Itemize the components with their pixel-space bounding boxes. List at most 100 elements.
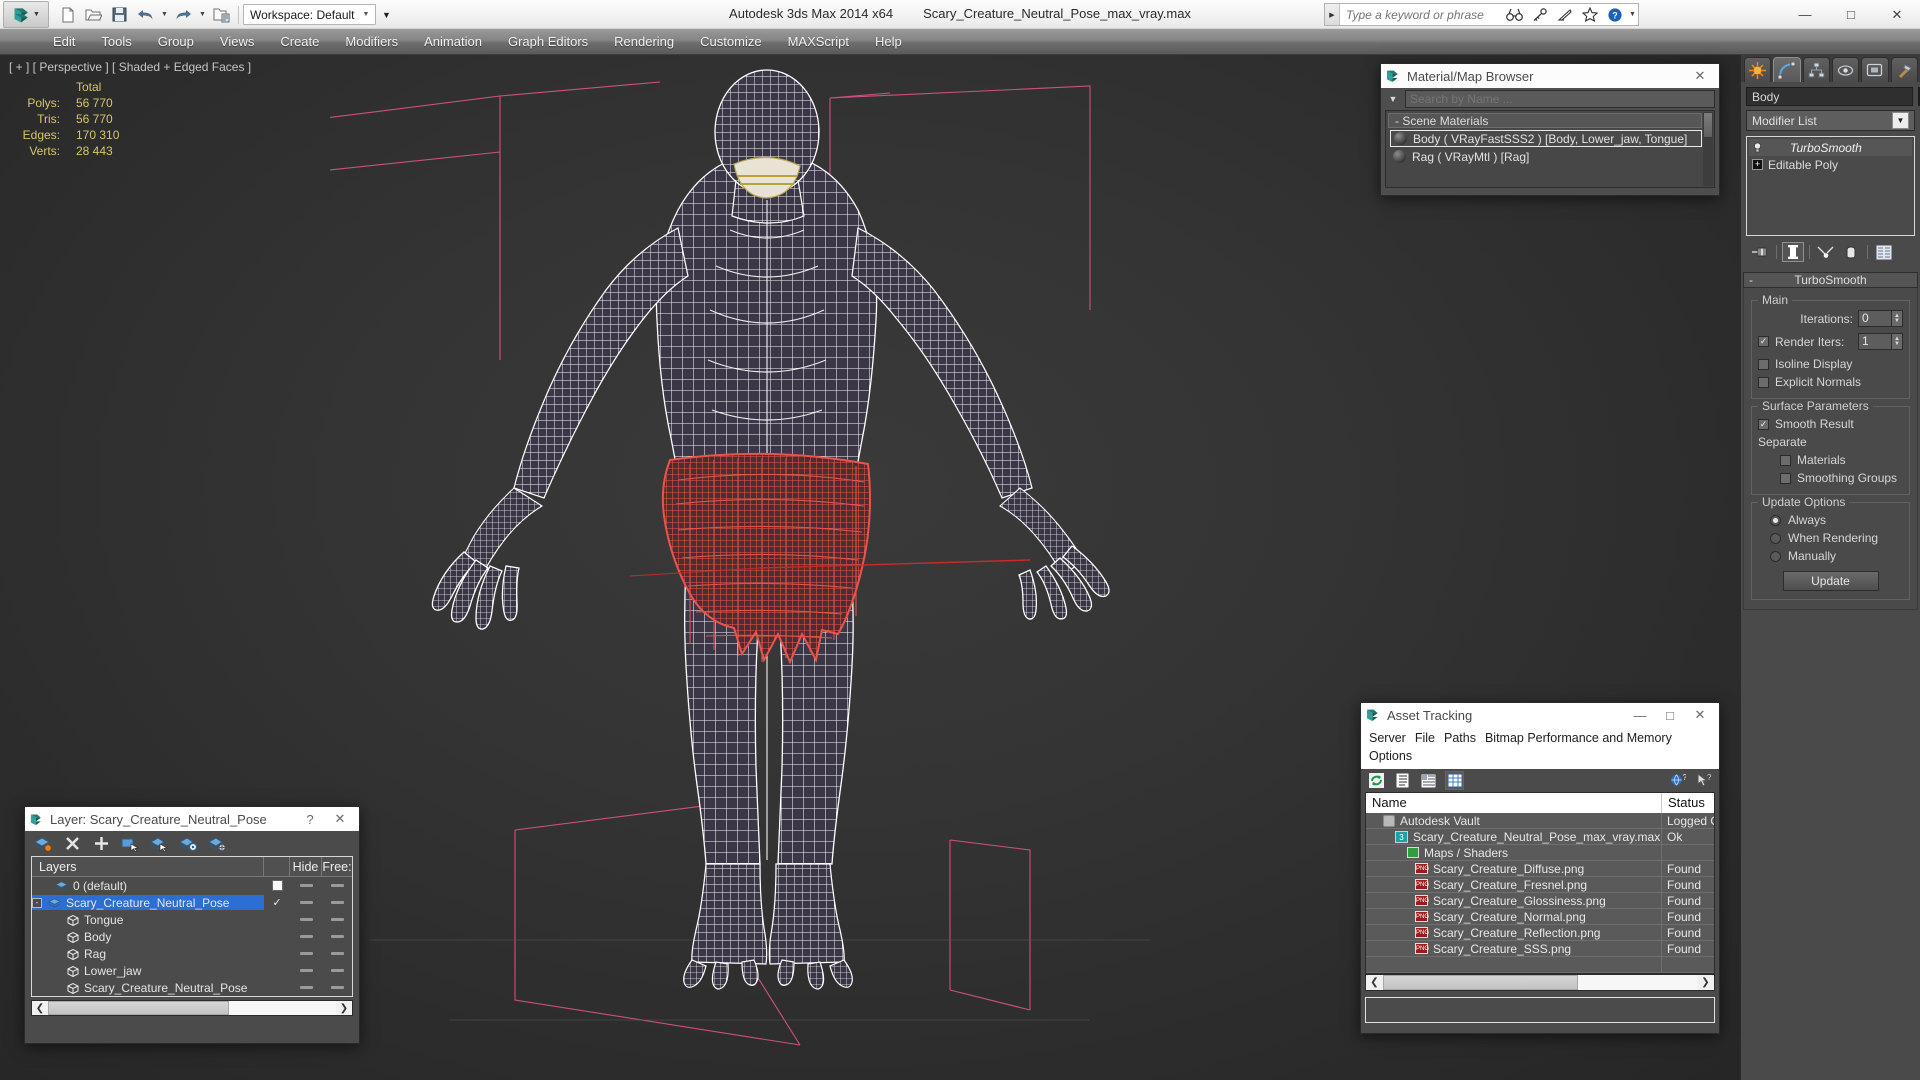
current-layer-checkbox[interactable] bbox=[271, 880, 283, 891]
freeze-toggle[interactable] bbox=[330, 969, 344, 972]
creature-model-wireframe[interactable] bbox=[330, 60, 1190, 1060]
material-item-rag[interactable]: Rag ( VRayMtl ) [Rag] bbox=[1390, 148, 1702, 165]
update-radio-always[interactable]: Always bbox=[1758, 511, 1903, 529]
maximize-button[interactable]: □ bbox=[1828, 0, 1874, 29]
modifier-stack-item-editable-poly[interactable]: + Editable Poly bbox=[1749, 156, 1912, 173]
material-browser-titlebar[interactable]: Material/Map Browser ✕ bbox=[1381, 64, 1719, 88]
asset-row-glossiness[interactable]: PNG Scary_Creature_Glossiness.png Found bbox=[1366, 893, 1714, 909]
material-item-body[interactable]: Body ( VRayFastSSS2 ) [Body, Lower_jaw, … bbox=[1390, 130, 1702, 147]
turbosmooth-rollout-header[interactable]: - TurboSmooth bbox=[1743, 272, 1918, 288]
hide-toggle[interactable] bbox=[299, 969, 313, 972]
select-objects-in-layer-icon[interactable] bbox=[120, 834, 140, 853]
close-icon[interactable]: ✕ bbox=[1685, 64, 1715, 88]
minimize-icon[interactable]: — bbox=[1625, 703, 1655, 727]
separate-smoothing-groups-checkbox[interactable] bbox=[1780, 472, 1791, 484]
asset-grid-horizontal-scrollbar[interactable]: ❮ ❯ bbox=[1365, 974, 1715, 991]
column-header-layers[interactable]: Layers bbox=[32, 857, 264, 876]
separate-materials-row[interactable]: Materials bbox=[1758, 451, 1903, 469]
render-iters-value[interactable]: 1 bbox=[1858, 333, 1892, 350]
satellite-dish-icon[interactable] bbox=[1552, 3, 1577, 26]
asset-tracking-grid[interactable]: Name Status Autodesk Vault Logged O 3 Sc… bbox=[1365, 792, 1715, 974]
spinner-arrows-icon[interactable]: ▲ ▼ bbox=[1892, 333, 1903, 350]
redo-dropdown-caret-icon[interactable]: ▼ bbox=[197, 3, 208, 27]
highlight-selected-objects-layer-icon[interactable] bbox=[149, 834, 169, 853]
asset-row-diffuse[interactable]: PNG Scary_Creature_Diffuse.png Found bbox=[1366, 861, 1714, 877]
modifier-stack-item-turbosmooth[interactable]: TurboSmooth bbox=[1749, 139, 1912, 156]
help-dropdown-caret-icon[interactable]: ▼ bbox=[1627, 3, 1638, 27]
render-iters-spinner[interactable]: 1 ▲ ▼ bbox=[1858, 333, 1903, 350]
menu-item-graph-editors[interactable]: Graph Editors bbox=[495, 29, 601, 55]
hide-unhide-layer-icon[interactable] bbox=[178, 834, 198, 853]
current-layer-checkmark-icon[interactable]: ✓ bbox=[272, 896, 281, 909]
search-input[interactable] bbox=[1340, 4, 1502, 25]
iterations-spinner[interactable]: 0 ▲ ▼ bbox=[1858, 310, 1903, 327]
create-new-layer-icon[interactable] bbox=[33, 834, 53, 853]
undo-dropdown-caret-icon[interactable]: ▼ bbox=[159, 3, 170, 27]
layer-list[interactable]: Layers Hide Free: 0 (default) - Scary_Cr… bbox=[31, 856, 353, 997]
iterations-value[interactable]: 0 bbox=[1858, 310, 1892, 327]
menu-item-group[interactable]: Group bbox=[145, 29, 207, 55]
cursor-help-icon[interactable]: ? bbox=[1694, 771, 1713, 790]
application-menu-button[interactable]: ▼ bbox=[3, 1, 49, 28]
layer-list-horizontal-scrollbar[interactable]: ❮ ❯ bbox=[31, 1000, 353, 1016]
asset-row-vault[interactable]: Autodesk Vault Logged O bbox=[1366, 813, 1714, 829]
utilities-tab[interactable] bbox=[1890, 57, 1918, 82]
freeze-toggle[interactable] bbox=[330, 952, 344, 955]
redo-icon[interactable] bbox=[171, 3, 196, 27]
layer-row-scary-creature[interactable]: - Scary_Creature_Neutral_Pose ✓ bbox=[32, 894, 352, 911]
display-tab[interactable] bbox=[1861, 57, 1889, 82]
at-menu-options[interactable]: Options bbox=[1369, 747, 1715, 765]
scroll-right-icon[interactable]: ❯ bbox=[336, 1001, 352, 1015]
at-menu-server[interactable]: Server bbox=[1369, 729, 1415, 747]
save-file-icon[interactable] bbox=[107, 3, 132, 27]
render-iters-checkbox[interactable]: ✓ bbox=[1758, 336, 1769, 347]
menu-item-edit[interactable]: Edit bbox=[40, 29, 88, 55]
scrollbar-thumb[interactable] bbox=[1383, 975, 1578, 990]
collapse-expander-icon[interactable]: - bbox=[32, 897, 42, 908]
list-view-icon[interactable] bbox=[1393, 771, 1412, 790]
hide-toggle[interactable] bbox=[299, 986, 313, 989]
asset-row-reflection[interactable]: PNG Scary_Creature_Reflection.png Found bbox=[1366, 925, 1714, 941]
separate-materials-checkbox[interactable] bbox=[1780, 454, 1791, 466]
create-tab[interactable] bbox=[1744, 57, 1772, 82]
menu-item-views[interactable]: Views bbox=[207, 29, 267, 55]
set-project-folder-icon[interactable] bbox=[209, 3, 234, 27]
smooth-result-row[interactable]: ✓ Smooth Result bbox=[1758, 415, 1903, 433]
pin-stack-icon[interactable] bbox=[1749, 242, 1771, 262]
layer-window-titlebar[interactable]: Layer: Scary_Creature_Neutral_Pose ? ✕ bbox=[25, 807, 359, 831]
help-icon[interactable]: ? bbox=[1602, 3, 1627, 26]
freeze-toggle[interactable] bbox=[330, 901, 344, 904]
radio-icon[interactable] bbox=[1770, 532, 1781, 544]
explicit-normals-checkbox[interactable] bbox=[1758, 376, 1769, 388]
scrollbar-track[interactable] bbox=[1383, 975, 1697, 990]
scroll-left-icon[interactable]: ❮ bbox=[1366, 975, 1383, 990]
grid-view-icon[interactable] bbox=[1445, 771, 1464, 790]
update-radio-when-rendering[interactable]: When Rendering bbox=[1758, 529, 1903, 547]
explicit-normals-row[interactable]: Explicit Normals bbox=[1758, 373, 1903, 391]
column-header-freeze[interactable]: Free: bbox=[322, 857, 352, 876]
delete-layer-icon[interactable] bbox=[62, 834, 82, 853]
update-radio-manually[interactable]: Manually bbox=[1758, 547, 1903, 565]
layer-row-scary-creature-object[interactable]: Scary_Creature_Neutral_Pose bbox=[32, 979, 352, 996]
at-menu-paths[interactable]: Paths bbox=[1444, 729, 1485, 747]
modifier-list-dropdown[interactable]: Modifier List ▼ bbox=[1746, 110, 1915, 131]
modifier-stack[interactable]: TurboSmooth + Editable Poly bbox=[1746, 136, 1915, 236]
scroll-left-icon[interactable]: ❮ bbox=[32, 1001, 48, 1015]
close-icon[interactable]: ✕ bbox=[1685, 703, 1715, 727]
freeze-toggle[interactable] bbox=[330, 918, 344, 921]
scrollbar-thumb[interactable] bbox=[1703, 112, 1713, 138]
asset-row-fresnel[interactable]: PNG Scary_Creature_Fresnel.png Found bbox=[1366, 877, 1714, 893]
menu-item-animation[interactable]: Animation bbox=[411, 29, 495, 55]
hide-toggle[interactable] bbox=[299, 952, 313, 955]
undo-icon[interactable] bbox=[133, 3, 158, 27]
infocenter-search[interactable]: ▶ ? ▼ bbox=[1324, 3, 1639, 26]
layer-manager-window[interactable]: Layer: Scary_Creature_Neutral_Pose ? ✕ L… bbox=[24, 806, 360, 1044]
scrollbar-track[interactable] bbox=[48, 1001, 336, 1015]
maximize-icon[interactable]: □ bbox=[1655, 703, 1685, 727]
column-header-name[interactable]: Name bbox=[1366, 793, 1662, 813]
show-end-result-icon[interactable] bbox=[1782, 242, 1804, 262]
key-icon[interactable] bbox=[1527, 3, 1552, 26]
asset-tracking-titlebar[interactable]: Asset Tracking — □ ✕ bbox=[1361, 703, 1719, 727]
layer-row-body[interactable]: Body bbox=[32, 928, 352, 945]
viewport-label[interactable]: [ + ] [ Perspective ] [ Shaded + Edged F… bbox=[9, 60, 251, 74]
